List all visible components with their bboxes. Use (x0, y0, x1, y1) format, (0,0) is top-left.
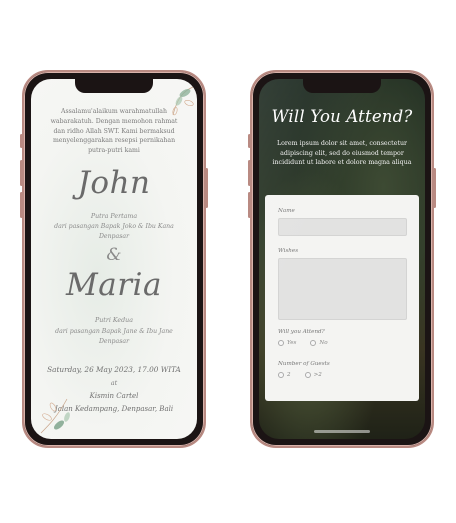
ampersand: & (106, 245, 122, 265)
phone-notch (303, 79, 381, 93)
attend-no-label: No (319, 340, 328, 346)
guests-options: 2 >2 (278, 372, 322, 378)
greeting-text: Assalamu'alaikum warahmatullah wabarakat… (50, 108, 178, 155)
mute-switch (20, 134, 23, 148)
groom-name: John (77, 165, 151, 201)
radio-circle-icon (278, 340, 284, 346)
radio-circle-icon (278, 372, 284, 378)
attend-yes-radio[interactable]: Yes (278, 340, 296, 346)
attend-label: Will you Attend? (278, 329, 325, 335)
wishes-textarea[interactable] (278, 258, 407, 320)
attend-yes-label: Yes (287, 340, 297, 346)
mute-switch (248, 134, 251, 148)
guests-more-label: >2 (313, 372, 322, 378)
phone-mockup-rsvp: Will You Attend? Lorem ipsum dolor sit a… (248, 70, 436, 448)
volume-up-button (20, 160, 23, 186)
phone-mockup-invitation: Assalamu'alaikum warahmatullah wabarakat… (20, 70, 208, 448)
invitation-screen: Assalamu'alaikum warahmatullah wabarakat… (31, 79, 197, 439)
power-button (205, 168, 208, 208)
rsvp-title: Will You Attend? (271, 107, 413, 126)
rsvp-form: Name Wishes Will you Attend? Yes No Numb… (265, 195, 419, 401)
rsvp-description: Lorem ipsum dolor sit amet, consectetur … (272, 140, 412, 167)
volume-down-button (20, 192, 23, 218)
guests-2-label: 2 (287, 372, 291, 378)
bride-title: Putri Kedua (95, 317, 133, 324)
wishes-label: Wishes (278, 248, 299, 254)
radio-circle-icon (304, 372, 311, 378)
volume-up-button (248, 160, 251, 186)
volume-down-button (248, 192, 251, 218)
guests-2-radio[interactable]: 2 (278, 372, 291, 378)
attend-no-radio[interactable]: No (310, 340, 328, 346)
name-label: Name (278, 208, 295, 214)
rsvp-screen: Will You Attend? Lorem ipsum dolor sit a… (259, 79, 425, 439)
event-at: at (110, 379, 118, 387)
radio-circle-icon (310, 340, 317, 346)
guests-label: Number of Guests (278, 361, 330, 367)
groom-title: Putra Pertama (90, 213, 138, 220)
event-date: Saturday, 26 May 2023, 17.00 WITA (47, 365, 181, 374)
home-indicator (314, 430, 370, 433)
power-button (433, 168, 436, 208)
guests-more-radio[interactable]: >2 (304, 372, 322, 378)
eucalyptus-leaf-icon (40, 398, 70, 434)
groom-parents: dari pasangan Bapak Joko & Ibu Kana Denp… (54, 223, 174, 240)
phone-notch (75, 79, 153, 93)
bride-parents: dari pasangan Bapak Jane & Ibu Jane Denp… (55, 328, 173, 345)
bride-name: Maria (66, 267, 162, 303)
attend-options: Yes No (278, 340, 328, 346)
name-input[interactable] (278, 218, 407, 236)
